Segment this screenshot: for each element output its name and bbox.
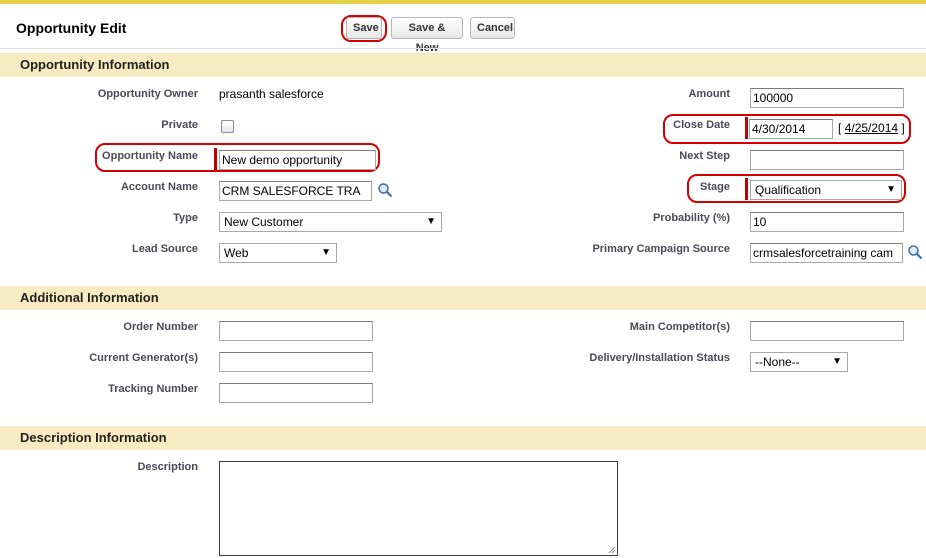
chevron-down-icon: ▼: [321, 247, 331, 258]
save-button[interactable]: Save: [346, 17, 382, 39]
resize-grip-icon[interactable]: [608, 546, 616, 554]
header-divider: [0, 48, 926, 49]
type-select[interactable]: New Customer ▼: [219, 212, 442, 232]
required-indicator: [214, 148, 217, 170]
section-description-information: Description Information: [0, 426, 926, 450]
section-title: Description Information: [20, 430, 167, 445]
section-title: Additional Information: [20, 290, 159, 305]
account-lookup-icon[interactable]: [377, 182, 393, 198]
chevron-down-icon: ▼: [886, 184, 896, 195]
main-competitor-input[interactable]: [750, 321, 904, 341]
top-border: [0, 0, 926, 4]
stage-select[interactable]: Qualification ▼: [750, 180, 902, 200]
save-and-new-button[interactable]: Save & New: [391, 17, 463, 54]
delivery-status-select[interactable]: --None-- ▼: [750, 352, 848, 372]
type-select-value: New Customer: [224, 215, 304, 229]
order-number-input[interactable]: [219, 321, 373, 341]
private-checkbox[interactable]: [221, 120, 234, 133]
opportunity-owner-label: Opportunity Owner: [97, 88, 198, 100]
lead-source-label: Lead Source: [131, 243, 198, 255]
delivery-status-label: Delivery/Installation Status: [589, 352, 730, 364]
chevron-down-icon: ▼: [832, 356, 842, 367]
tracking-number-label: Tracking Number: [108, 383, 198, 395]
description-label: Description: [137, 461, 198, 473]
lead-source-select-value: Web: [224, 246, 249, 260]
campaign-lookup-icon[interactable]: [907, 244, 923, 260]
close-date-input[interactable]: 4/30/2014: [749, 119, 833, 139]
tracking-number-input[interactable]: [219, 383, 373, 403]
next-step-label: Next Step: [679, 150, 730, 162]
delivery-status-select-value: --None--: [755, 355, 800, 369]
section-title: Opportunity Information: [20, 57, 170, 72]
page-title: Opportunity Edit: [16, 20, 127, 36]
opportunity-owner-value: prasanth salesforce: [219, 87, 324, 101]
required-indicator: [745, 117, 748, 139]
probability-input[interactable]: 10: [750, 212, 904, 232]
account-name-label: Account Name: [120, 181, 198, 193]
amount-input[interactable]: 100000: [750, 88, 904, 108]
main-competitor-label: Main Competitor(s): [629, 321, 730, 333]
stage-label: Stage: [700, 181, 730, 193]
lead-source-select[interactable]: Web ▼: [219, 243, 337, 263]
close-date-label: Close Date: [673, 119, 730, 131]
today-date-link-group: [ 4/25/2014 ]: [838, 121, 905, 135]
description-textarea[interactable]: [219, 461, 618, 556]
next-step-input[interactable]: [750, 150, 904, 170]
opportunity-name-label: Opportunity Name: [102, 150, 198, 162]
current-generator-label: Current Generator(s): [89, 352, 198, 364]
order-number-label: Order Number: [123, 321, 198, 333]
primary-campaign-source-label: Primary Campaign Source: [592, 243, 730, 255]
stage-select-value: Qualification: [755, 183, 822, 197]
cancel-button[interactable]: Cancel: [470, 17, 515, 39]
current-generator-input[interactable]: [219, 352, 373, 372]
type-label: Type: [173, 212, 198, 224]
private-label: Private: [161, 119, 198, 131]
primary-campaign-source-input[interactable]: crmsalesforcetraining cam: [750, 243, 903, 263]
account-name-input[interactable]: CRM SALESFORCE TRA: [219, 181, 372, 201]
opportunity-name-input[interactable]: New demo opportunity: [219, 150, 376, 170]
amount-label: Amount: [688, 88, 730, 100]
bracket-close: ]: [901, 121, 905, 135]
section-opportunity-information: Opportunity Information: [0, 53, 926, 77]
section-additional-information: Additional Information: [0, 286, 926, 310]
today-date-link[interactable]: 4/25/2014: [845, 121, 898, 135]
required-indicator: [745, 178, 748, 200]
probability-label: Probability (%): [652, 212, 730, 224]
chevron-down-icon: ▼: [426, 216, 436, 227]
bracket-open: [: [838, 121, 842, 135]
